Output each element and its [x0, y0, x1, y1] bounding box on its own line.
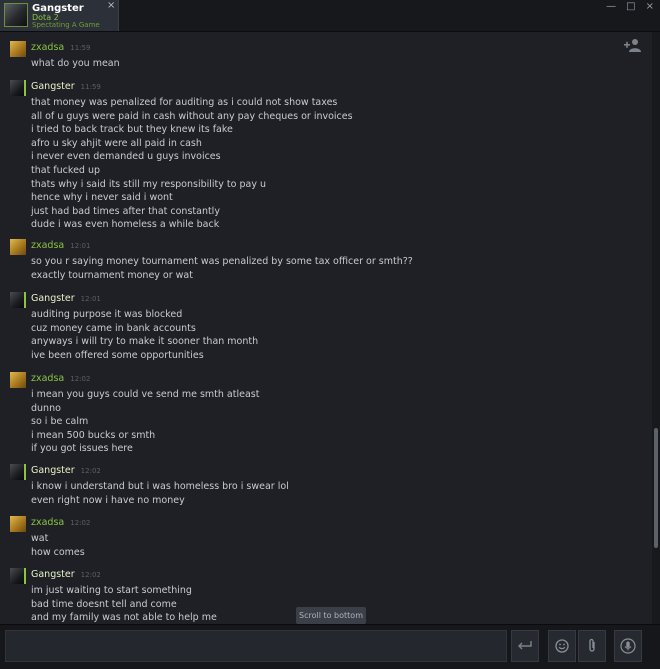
chat-message: dunno	[31, 402, 61, 414]
chat-message: i mean you guys could ve send me smth at…	[31, 389, 260, 400]
avatar[interactable]	[10, 372, 26, 388]
chat-message: just had bad times after that constantly	[31, 205, 220, 217]
tab-status: Spectating A Game	[32, 21, 100, 29]
chat-message: dude i was even homeless a while back	[31, 219, 220, 231]
chat-log[interactable]: zxadsa 11:59 what do you mean Gangster 11:…	[0, 32, 652, 624]
timestamp: 12:01	[70, 242, 91, 250]
add-friends-icon[interactable]	[624, 38, 642, 52]
timestamp: 12:02	[80, 467, 101, 475]
avatar[interactable]	[10, 41, 26, 57]
emoticon-icon	[555, 639, 569, 653]
timestamp: 12:02	[80, 571, 101, 579]
chat-message: bad time doesnt tell and come	[31, 598, 177, 610]
chat-message: if you got issues here	[31, 443, 133, 455]
chat-message: that fucked up	[31, 164, 101, 176]
window-close-icon[interactable]: ×	[646, 2, 654, 12]
chat-message: so i be calm	[31, 416, 89, 428]
title-bar: Gangster Dota 2 Spectating A Game × — □ …	[0, 0, 660, 32]
chat-message: anyways i will try to make it sooner tha…	[31, 336, 259, 348]
timestamp: 11:59	[80, 83, 101, 91]
sender-name[interactable]: zxadsa 12:02	[31, 517, 90, 528]
avatar[interactable]	[10, 516, 26, 532]
chat-message: hence why i never said i wont	[31, 192, 173, 204]
timestamp: 12:02	[70, 375, 91, 383]
message-input-area	[0, 624, 660, 669]
attach-button[interactable]	[578, 630, 606, 662]
attach-icon	[589, 638, 595, 652]
chat-message: exactly tournament money or wat	[31, 269, 193, 281]
sender-name[interactable]: zxadsa 12:02	[31, 373, 90, 384]
chat-message: afro u sky ahjit were all paid in cash	[31, 137, 202, 149]
avatar[interactable]	[10, 568, 26, 584]
sender-name[interactable]: zxadsa 11:59	[31, 42, 90, 53]
chat-message: ive been offered some opportunities	[31, 349, 204, 361]
sender-name[interactable]: Gangster 12:02	[31, 465, 101, 476]
chat-message: and my family was not able to help me	[31, 612, 217, 624]
chat-message: i mean 500 bucks or smth	[31, 429, 156, 441]
avatar[interactable]	[10, 239, 26, 255]
chat-message: i know i understand but i was homeless b…	[31, 481, 289, 492]
timestamp: 12:02	[70, 519, 91, 527]
sender-name[interactable]: Gangster 12:02	[31, 569, 101, 580]
voice-icon	[620, 638, 636, 654]
chat-tab-gangster[interactable]: Gangster Dota 2 Spectating A Game ×	[0, 0, 119, 31]
window-controls: — □ ×	[606, 2, 654, 12]
tab-avatar	[4, 3, 28, 27]
send-button[interactable]	[511, 630, 539, 662]
timestamp: 11:59	[70, 44, 91, 52]
chat-message: so you r saying money tournament was pen…	[31, 256, 413, 267]
chat-message: what do you mean	[31, 58, 120, 69]
chat-message: how comes	[31, 546, 85, 558]
sender-name[interactable]: Gangster 12:01	[31, 293, 101, 304]
chat-message: cuz money came in bank accounts	[31, 322, 196, 334]
chat-message: i never even demanded u guys invoices	[31, 151, 221, 163]
avatar[interactable]	[10, 292, 26, 308]
emoticon-button[interactable]	[548, 630, 576, 662]
voice-chat-button[interactable]	[614, 630, 642, 662]
message-input[interactable]	[5, 630, 507, 662]
chat-message: all of u guys were paid in cash without …	[31, 110, 353, 122]
avatar[interactable]	[10, 464, 26, 480]
send-icon	[518, 641, 532, 650]
chat-message: that money was penalized for auditing as…	[31, 97, 338, 108]
sender-name[interactable]: zxadsa 12:01	[31, 240, 90, 251]
tab-close-icon[interactable]: ×	[107, 1, 115, 11]
chat-message: i tried to back track but they knew its …	[31, 124, 233, 136]
minimize-icon[interactable]: —	[606, 2, 616, 12]
chat-message: thats why i said its still my responsibi…	[31, 178, 266, 190]
maximize-icon[interactable]: □	[626, 2, 635, 12]
chat-message: auditing purpose it was blocked	[31, 309, 183, 320]
scrollbar-thumb[interactable]	[654, 428, 658, 548]
chat-message: even right now i have no money	[31, 494, 185, 506]
chat-message: im just waiting to start something	[31, 585, 192, 596]
timestamp: 12:01	[80, 295, 101, 303]
avatar[interactable]	[10, 80, 26, 96]
sender-name[interactable]: Gangster 11:59	[31, 81, 101, 92]
scroll-to-bottom-button[interactable]: Scroll to bottom	[296, 607, 366, 624]
chat-message: wat	[31, 533, 49, 544]
